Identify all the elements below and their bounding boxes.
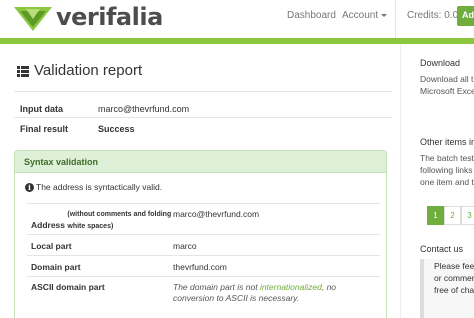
sidebar-divider xyxy=(400,44,401,318)
local-part-label: Local part xyxy=(31,241,72,251)
ascii-value-pre: The domain part is not xyxy=(173,282,260,292)
ascii-domain-part-label: ASCII domain part xyxy=(31,282,105,292)
table-divider xyxy=(27,203,380,204)
syntax-validation-panel: Syntax validation i The address is synta… xyxy=(14,150,387,318)
input-data-value: marco@thevrfund.com xyxy=(98,104,190,114)
table-divider xyxy=(27,255,380,256)
nav-dashboard-link[interactable]: Dashboard xyxy=(287,10,336,21)
top-navbar: verifalia Dashboard Account Credits: 0.0… xyxy=(0,0,474,38)
download-text-line: Download all t xyxy=(420,74,474,84)
input-data-label: Input data xyxy=(20,104,63,114)
page-title: Validation report xyxy=(34,62,143,79)
page-2-button[interactable]: 2 xyxy=(444,206,461,225)
chevron-down-icon xyxy=(381,13,388,17)
panel-title: Syntax validation xyxy=(24,157,99,167)
contact-text-line: free of charg xyxy=(434,285,474,295)
add-credits-button[interactable]: Add xyxy=(457,6,474,26)
contact-title: Contact us xyxy=(420,244,464,254)
panel-header: Syntax validation xyxy=(15,151,386,173)
divider xyxy=(14,91,392,92)
other-items-title: Other items in xyxy=(420,137,474,147)
download-text-line: Microsoft Exce xyxy=(420,86,474,96)
internationalized-link[interactable]: internationalized xyxy=(260,282,322,292)
verifalia-logo[interactable]: verifalia xyxy=(14,3,163,33)
brand-name: verifalia xyxy=(56,3,163,31)
download-title: Download xyxy=(420,58,461,68)
credits-label: Credits: 0.00 xyxy=(407,10,464,21)
page-1-button[interactable]: 1 xyxy=(427,206,444,225)
logo-icon xyxy=(14,7,52,31)
local-part-value: marco xyxy=(173,241,197,251)
other-items-text-line: following links xyxy=(420,165,473,175)
ascii-domain-part-value: The domain part is not internationalized… xyxy=(173,282,373,304)
table-divider xyxy=(27,234,380,235)
info-icon: i xyxy=(25,183,34,192)
contact-callout: Please feel f or commen free of charg xyxy=(420,259,474,318)
list-icon xyxy=(17,66,29,77)
address-label-text: Address xyxy=(31,220,66,230)
domain-part-value: thevrfund.com xyxy=(173,262,227,272)
address-value: marco@thevrfund.com xyxy=(173,209,260,219)
page-3-button[interactable]: 3 xyxy=(461,206,474,225)
final-result-value: Success xyxy=(98,124,135,134)
brand-accent-bar xyxy=(0,38,474,44)
syntax-info-text: The address is syntactically valid. xyxy=(36,182,163,192)
divider xyxy=(14,117,392,118)
contact-text-line: or commen xyxy=(434,273,474,283)
nav-account-label: Account xyxy=(342,10,379,21)
other-items-text-line: The batch test2 xyxy=(420,153,474,163)
address-label: Address (without comments and folding wh… xyxy=(31,209,187,233)
nav-divider xyxy=(395,0,396,38)
domain-part-label: Domain part xyxy=(31,262,81,272)
contact-text-line: Please feel f xyxy=(434,261,474,271)
table-divider xyxy=(27,276,380,277)
address-label-note: (without comments and folding white spac… xyxy=(67,211,172,230)
nav-account-dropdown[interactable]: Account xyxy=(342,10,388,21)
final-result-label: Final result xyxy=(20,124,69,134)
other-items-text-line: one item and t xyxy=(420,177,474,187)
